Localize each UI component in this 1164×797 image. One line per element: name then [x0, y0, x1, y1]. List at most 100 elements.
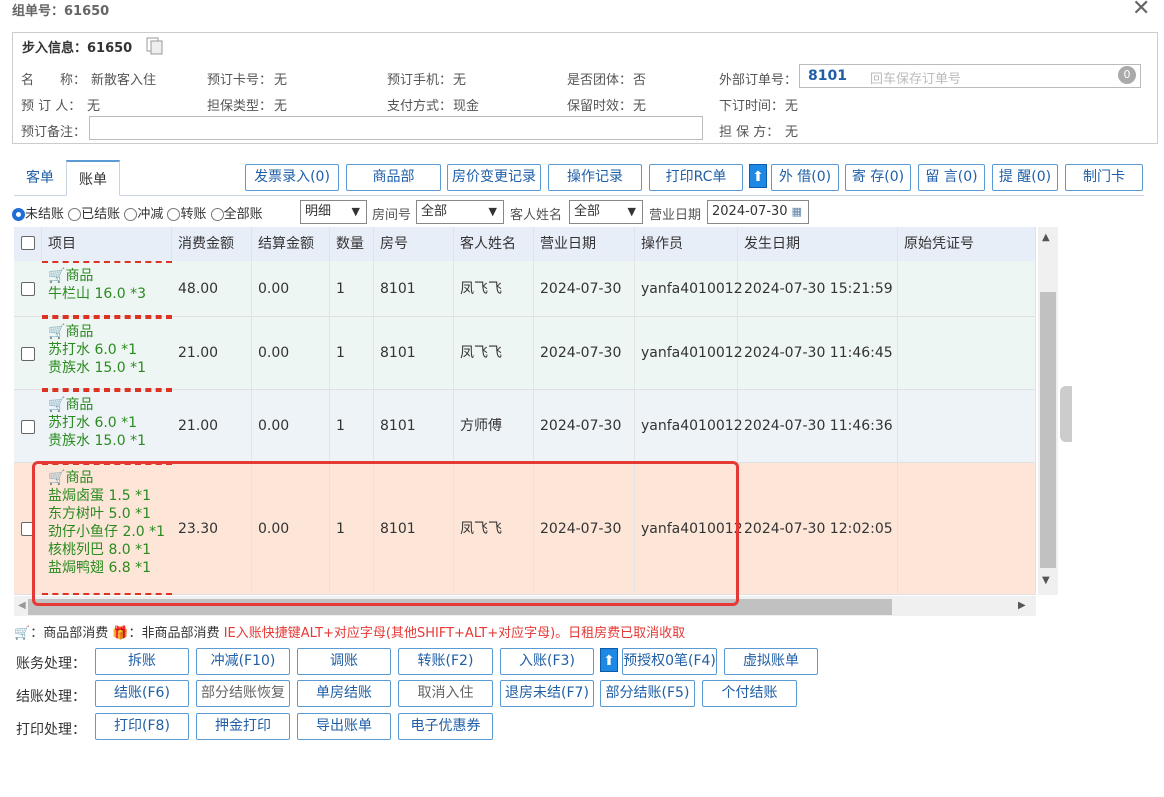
item-category: 🛒商品 — [48, 396, 172, 414]
cell-qty: 1 — [330, 261, 374, 317]
booking-note-input[interactable] — [89, 116, 703, 140]
adjust-button[interactable]: 调账 — [297, 648, 391, 675]
detail-select-value: 明细 — [305, 204, 332, 219]
message-button[interactable]: 留 言(0) — [918, 164, 985, 191]
close-icon[interactable]: ✕ — [1132, 0, 1150, 21]
cell-bizdate: 2024-07-30 — [534, 261, 635, 317]
deposit-button[interactable]: 寄 存(0) — [845, 164, 911, 191]
cell-qty: 1 — [330, 317, 374, 390]
offset-button[interactable]: 冲减(F10) — [196, 648, 290, 675]
cell-time: 2024-07-30 11:46:36 — [738, 390, 898, 463]
calendar-icon[interactable]: ▦ — [792, 201, 802, 223]
copy-icon[interactable] — [145, 37, 165, 55]
field-value: 无 — [785, 125, 799, 140]
external-order-input[interactable] — [799, 64, 1141, 88]
transfer-button[interactable]: 转账(F2) — [398, 648, 493, 675]
field-value: 无 — [274, 99, 288, 114]
side-collapse-handle[interactable] — [1060, 386, 1072, 442]
cell-time: 2024-07-30 15:21:59 — [738, 261, 898, 317]
guest-select-value: 全部 — [574, 204, 601, 219]
select-all-checkbox[interactable] — [21, 236, 35, 250]
col-header: 原始凭证号 — [898, 227, 1036, 261]
radio-transfer[interactable] — [167, 208, 181, 221]
date-input[interactable]: 2024-07-30 ▦ — [707, 200, 809, 224]
restore-partial-button[interactable]: 部分结账恢复 — [196, 680, 290, 707]
info-title: 步入信息：61650 — [22, 41, 133, 56]
split-bill-button[interactable]: 拆账 — [95, 648, 189, 675]
row-checkbox[interactable] — [21, 282, 35, 296]
shortcut-hint: IE入账快捷键ALT+对应字母(其他SHIFT+ALT+对应字母)。日租房费已取… — [223, 626, 686, 641]
legend: 🛒：商品部消费 🎁：非商品部消费 IE入账快捷键ALT+对应字母(其他SHIFT… — [14, 622, 685, 641]
table-row[interactable]: 🛒商品 苏打水 6.0 *1 贵族水 15.0 *1 21.00 0.00 1 8101 凤飞… — [14, 317, 1036, 390]
chevron-down-icon: ▼ — [351, 205, 360, 218]
post-button[interactable]: 入账(F3) — [500, 648, 594, 675]
radio-unsettled[interactable] — [12, 208, 25, 221]
cell-amount: 21.00 — [172, 390, 252, 463]
col-header: 结算金额 — [252, 227, 330, 261]
field-value: 无 — [87, 99, 101, 114]
scroll-up-icon[interactable]: ▲ — [1042, 232, 1050, 243]
cell-room: 8101 — [374, 390, 454, 463]
field-label: 担保类型： — [207, 99, 273, 114]
checkout-unsettled-button[interactable]: 退房未结(F7) — [500, 680, 594, 707]
cell-operator: yanfa4010012 — [635, 317, 743, 390]
row-checkbox[interactable] — [21, 419, 35, 434]
lend-button[interactable]: 外 借(0) — [771, 164, 839, 191]
invoice-button[interactable]: 发票录入(0) — [245, 164, 339, 191]
virtual-bill-button[interactable]: 虚拟账单 — [724, 648, 818, 675]
radio-all[interactable] — [210, 208, 224, 221]
legend-goods: ：商品部消费 — [30, 626, 109, 641]
tab-bill[interactable]: 账单 — [66, 160, 120, 196]
print-label: 打印处理： — [16, 722, 86, 738]
up-arrow-icon[interactable]: ⬆ — [600, 648, 618, 672]
scroll-right-icon[interactable]: ▶ — [1018, 600, 1026, 611]
cell-settle: 0.00 — [252, 390, 330, 463]
checkout-button[interactable]: 结账(F6) — [95, 680, 189, 707]
individual-pay-button[interactable]: 个付结账 — [702, 680, 797, 707]
radio-settled[interactable] — [68, 208, 82, 221]
cell-guest: 凤飞飞 — [454, 317, 534, 390]
operation-log-button[interactable]: 操作记录 — [548, 164, 642, 191]
print-button[interactable]: 打印(F8) — [95, 713, 189, 740]
deposit-print-button[interactable]: 押金打印 — [196, 713, 290, 740]
room-select[interactable]: 全部 ▼ — [416, 200, 504, 224]
col-header: 消费金额 — [172, 227, 252, 261]
cell-room: 8101 — [374, 261, 454, 317]
chevron-down-icon: ▼ — [627, 205, 636, 218]
partial-checkout-button[interactable]: 部分结账(F5) — [600, 680, 695, 707]
item-line: 牛栏山 16.0 *3 — [48, 286, 146, 302]
cell-guest: 凤飞飞 — [454, 261, 534, 317]
col-header: 数量 — [330, 227, 374, 261]
detail-select[interactable]: 明细 ▼ — [300, 200, 367, 224]
cell-operator: yanfa4010012 — [635, 390, 743, 463]
reminder-button[interactable]: 提 醒(0) — [992, 164, 1058, 191]
item-cell: 🛒商品 苏打水 6.0 *1 贵族水 15.0 *1 — [42, 390, 172, 463]
table-row[interactable]: 🛒商品 苏打水 6.0 *1 贵族水 15.0 *1 21.00 0.00 1 8101 方师… — [14, 390, 1036, 463]
row-checkbox[interactable] — [21, 346, 35, 361]
goods-dept-button[interactable]: 商品部 — [346, 164, 441, 191]
print-rc-button[interactable]: 打印RC单 — [649, 164, 743, 191]
guest-select[interactable]: 全部 ▼ — [569, 200, 643, 224]
col-header: 客人姓名 — [454, 227, 534, 261]
cancel-checkin-button[interactable]: 取消入住 — [398, 680, 493, 707]
preauth-button[interactable]: 预授权0笔(F4) — [622, 648, 717, 675]
guest-label: 客人姓名 — [510, 208, 563, 223]
e-coupon-button[interactable]: 电子优惠券 — [398, 713, 493, 740]
tab-guest[interactable]: 客单 — [14, 160, 66, 196]
up-arrow-icon[interactable]: ⬆ — [749, 164, 767, 188]
scroll-down-icon[interactable]: ▼ — [1042, 575, 1050, 586]
table-row[interactable]: 🛒商品 牛栏山 16.0 *3 48.00 0.00 1 8101 凤飞飞 2024-07-3… — [14, 261, 1036, 317]
single-room-checkout-button[interactable]: 单房结账 — [297, 680, 391, 707]
export-bill-button[interactable]: 导出账单 — [297, 713, 391, 740]
legend-nongoods: ：非商品部消费 — [128, 626, 220, 641]
door-card-button[interactable]: 制门卡 — [1065, 164, 1143, 191]
scroll-left-icon[interactable]: ◀ — [18, 600, 26, 611]
field-label: 预 订 人： — [21, 99, 82, 114]
external-order-placeholder: 回车保存订单号 — [870, 72, 962, 87]
cell-room: 8101 — [374, 317, 454, 390]
clear-icon[interactable]: 0 — [1118, 66, 1136, 84]
rate-change-button[interactable]: 房价变更记录 — [447, 164, 541, 191]
vertical-scroll-thumb[interactable] — [1040, 292, 1056, 568]
item-category-label: 商品 — [65, 397, 94, 413]
radio-offset[interactable] — [124, 208, 138, 221]
